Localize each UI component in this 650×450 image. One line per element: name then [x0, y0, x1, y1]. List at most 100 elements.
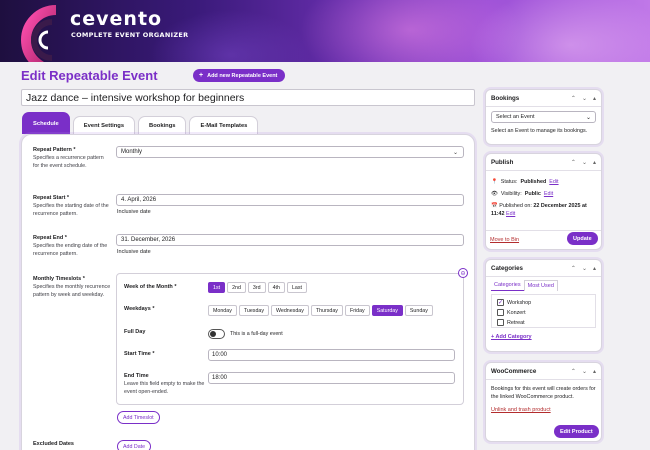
chevron-up-icon[interactable]: ⌃ — [571, 265, 576, 272]
weekday-chip-friday[interactable]: Friday — [344, 305, 370, 316]
timeslots-label: Monthly Timeslots * — [33, 276, 85, 282]
week-chip-4th[interactable]: 4th — [267, 282, 285, 293]
end-time-label: End Time — [124, 373, 149, 379]
remove-timeslot-icon[interactable]: ⊖ — [458, 268, 468, 278]
collapse-arrow-icon[interactable]: ▴ — [593, 265, 596, 272]
repeat-start-input[interactable]: 4. April, 2026 — [116, 194, 464, 206]
calendar-icon: 📅 — [491, 203, 498, 209]
repeat-start-hint: Inclusive date — [117, 209, 151, 215]
collapse-arrow-icon[interactable]: ▴ — [593, 159, 596, 166]
publish-title: Publish — [491, 158, 514, 166]
weekday-chip-sunday[interactable]: Sunday — [404, 305, 433, 316]
add-timeslot-button[interactable]: Add Timeslot — [117, 411, 160, 424]
tab-most-used[interactable]: Most Used — [523, 280, 558, 291]
tab-event-settings[interactable]: Event Settings — [72, 116, 136, 134]
weekday-chip-saturday[interactable]: Saturday — [371, 305, 403, 316]
repeat-end-input[interactable]: 31. December, 2026 — [116, 234, 464, 246]
publish-date: 📅 Published on: 22 December 2025 at 11:4… — [491, 203, 587, 217]
header-banner: cevento COMPLETE EVENT ORGANIZER — [0, 0, 650, 62]
edit-product-button[interactable]: Edit Product — [554, 425, 599, 438]
brand-tagline: COMPLETE EVENT ORGANIZER — [71, 31, 189, 39]
repeat-pattern-label: Repeat Pattern * — [33, 147, 76, 153]
tab-email-templates[interactable]: E-Mail Templates — [189, 116, 259, 134]
event-select[interactable]: Select an Event ⌄ — [491, 111, 596, 123]
week-chip-3rd[interactable]: 3rd — [247, 282, 266, 293]
chevron-down-icon: ⌄ — [452, 150, 458, 156]
weekday-chip-thursday[interactable]: Thursday — [310, 305, 343, 316]
bookings-text: Select an Event to manage its bookings. — [491, 128, 588, 134]
week-chip-1st[interactable]: 1st — [208, 282, 226, 293]
cevento-logo-icon — [21, 5, 57, 62]
editor-tabs: Schedule Event Settings Bookings E-Mail … — [22, 112, 259, 134]
checkbox-icon[interactable] — [497, 309, 504, 316]
repeat-pattern-select[interactable]: Monthly ⌄ — [116, 146, 464, 158]
full-day-label: Full Day — [124, 329, 146, 335]
weekday-chip-tuesday[interactable]: Tuesday — [238, 305, 269, 316]
add-new-event-button[interactable]: + Add new Repeatable Event — [193, 69, 286, 82]
full-day-text: This is a full-day event — [230, 331, 283, 337]
chevron-down-icon[interactable]: ⌄ — [582, 159, 587, 166]
end-time-input[interactable]: 18:00 — [208, 372, 455, 384]
woocommerce-box: WooCommerce ⌃ ⌄ ▴ Bookings for this event … — [485, 362, 602, 442]
repeat-end-hint: Inclusive date — [117, 249, 151, 255]
bookings-box: Bookings ⌃ ⌄ ▴ Select an Event ⌄ Select an… — [485, 89, 602, 145]
week-chips: 1st 2nd 3rd 4th Last — [208, 282, 307, 293]
collapse-arrow-icon[interactable]: ▴ — [593, 95, 596, 102]
chevron-down-icon[interactable]: ⌄ — [582, 368, 587, 375]
publish-visibility: 👁 Visibility: Public Edit — [491, 190, 554, 198]
category-item-workshop[interactable]: ✓ Workshop — [497, 299, 590, 306]
move-to-bin-link[interactable]: Move to Bin — [490, 237, 519, 243]
tab-bookings[interactable]: Bookings — [138, 116, 187, 134]
chevron-up-icon[interactable]: ⌃ — [571, 368, 576, 375]
week-chip-last[interactable]: Last — [286, 282, 307, 293]
add-category-link[interactable]: + Add Category — [491, 334, 596, 340]
brand-name: cevento — [70, 8, 163, 30]
repeat-pattern-value: Monthly — [121, 149, 143, 155]
timeslots-desc: Specifies the monthly recurrence pattern… — [33, 284, 111, 298]
end-time-desc: Leave this field empty to make the event… — [124, 381, 205, 395]
event-select-value: Select an Event — [496, 114, 535, 120]
bookings-title: Bookings — [491, 94, 520, 102]
publish-status: 📍 Status: Published Edit — [491, 178, 559, 186]
woocommerce-title: WooCommerce — [491, 367, 537, 375]
woocommerce-text: Bookings for this event will create orde… — [491, 386, 596, 400]
category-item-retreat[interactable]: Retreat — [497, 319, 590, 326]
edit-date-link[interactable]: Edit — [506, 211, 515, 217]
repeat-start-label: Repeat Start * — [33, 195, 70, 201]
add-new-label: Add new Repeatable Event — [207, 72, 278, 79]
chevron-down-icon[interactable]: ⌄ — [582, 95, 587, 102]
chevron-up-icon[interactable]: ⌃ — [571, 159, 576, 166]
tab-all-categories[interactable]: Categories — [491, 280, 524, 291]
category-tabs: Categories Most Used — [491, 280, 596, 291]
event-title-input[interactable]: Jazz dance – intensive workshop for begi… — [21, 89, 475, 106]
weekdays-label: Weekdays * — [124, 306, 155, 312]
week-chip-2nd[interactable]: 2nd — [227, 282, 246, 293]
chevron-down-icon[interactable]: ⌄ — [582, 265, 587, 272]
repeat-pattern-desc: Specifies a recurrence pattern for the e… — [33, 155, 104, 169]
update-button[interactable]: Update — [567, 232, 598, 245]
repeat-end-desc: Specifies the ending date of the recurre… — [33, 243, 108, 257]
tab-schedule[interactable]: Schedule — [22, 112, 70, 134]
publish-box: Publish ⌃ ⌄ ▴ 📍 Status: Published Edit 👁 V… — [485, 153, 602, 250]
category-list: ✓ Workshop Konzert Retreat — [491, 294, 596, 328]
full-day-toggle[interactable] — [208, 329, 225, 339]
checkbox-checked-icon[interactable]: ✓ — [497, 299, 504, 306]
page-title: Edit Repeatable Event — [21, 68, 158, 83]
add-date-button[interactable]: Add Date — [117, 440, 152, 450]
week-of-month-label: Week of the Month * — [124, 284, 177, 290]
checkbox-icon[interactable] — [497, 319, 504, 326]
edit-status-link[interactable]: Edit — [549, 178, 558, 186]
eye-icon: 👁 — [491, 191, 498, 197]
category-item-konzert[interactable]: Konzert — [497, 309, 590, 316]
weekday-chip-wednesday[interactable]: Wednesday — [270, 305, 309, 316]
collapse-arrow-icon[interactable]: ▴ — [593, 368, 596, 375]
start-time-input[interactable]: 10:00 — [208, 349, 455, 361]
weekday-chips: Monday Tuesday Wednesday Thursday Friday… — [208, 305, 433, 316]
unlink-product-link[interactable]: Unlink and trash product — [491, 407, 596, 413]
chevron-up-icon[interactable]: ⌃ — [571, 95, 576, 102]
plus-icon: + — [199, 72, 204, 79]
weekday-chip-monday[interactable]: Monday — [208, 305, 237, 316]
edit-visibility-link[interactable]: Edit — [544, 190, 553, 198]
chevron-down-icon: ⌄ — [585, 115, 591, 121]
start-time-label: Start Time * — [124, 351, 155, 357]
